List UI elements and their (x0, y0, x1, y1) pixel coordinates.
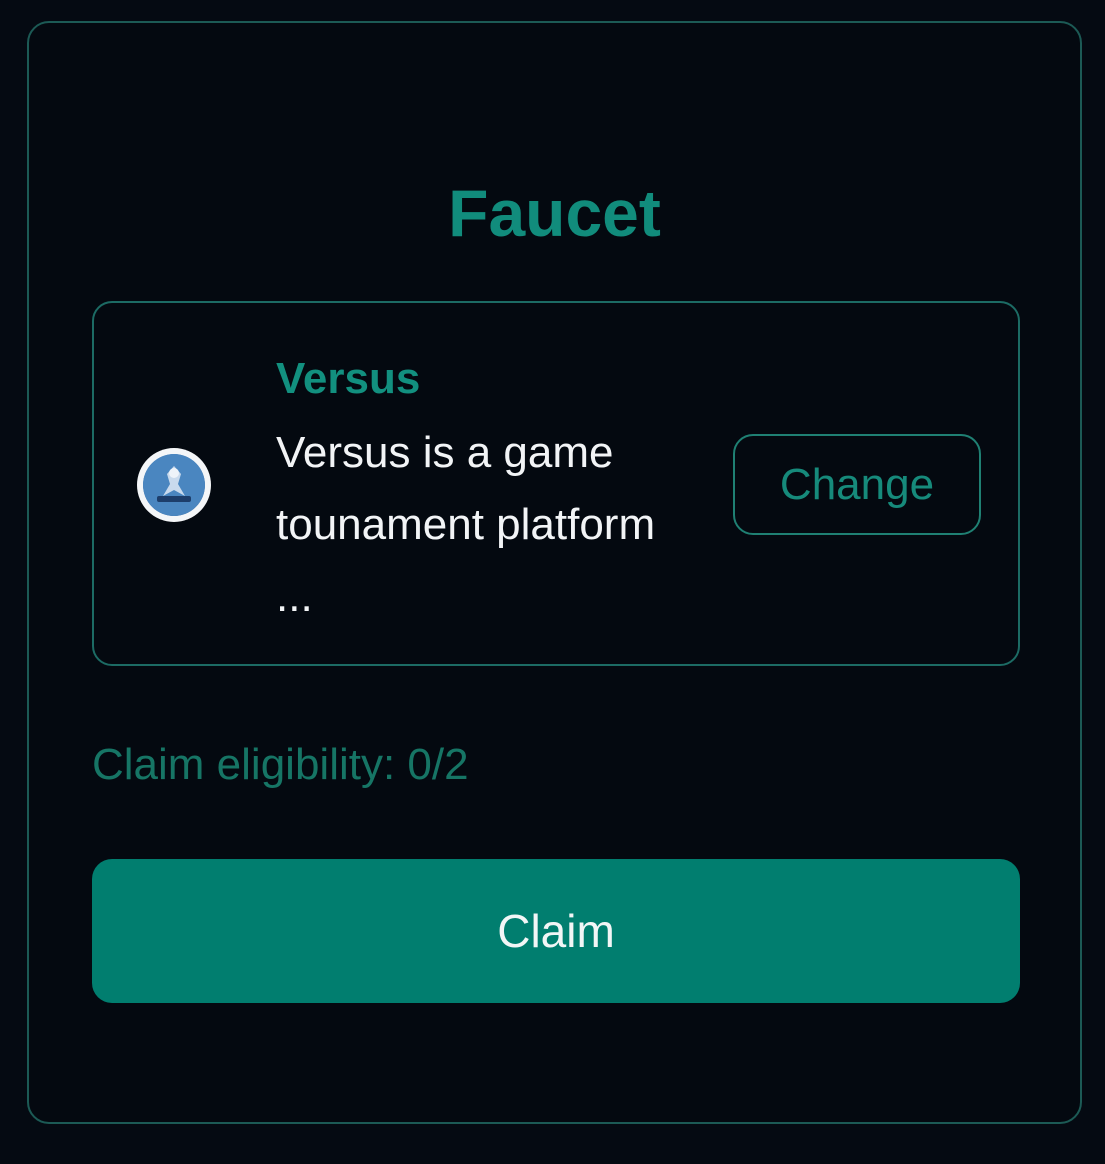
claim-button[interactable]: Claim (92, 859, 1020, 1003)
versus-logo-graphic (143, 454, 205, 516)
project-name: Versus (276, 354, 421, 403)
change-project-button[interactable]: Change (733, 434, 981, 535)
versus-logo-icon (143, 454, 205, 516)
faucet-panel: Faucet Versus Versus is a game tounament… (27, 21, 1082, 1124)
project-card: Versus Versus is a game tounament platfo… (92, 301, 1020, 666)
page-title: Faucet (448, 176, 661, 250)
claim-eligibility-label: Claim eligibility: 0/2 (92, 740, 469, 789)
project-description: Versus is a game tounament platform ... (276, 428, 656, 621)
project-avatar (137, 448, 211, 522)
